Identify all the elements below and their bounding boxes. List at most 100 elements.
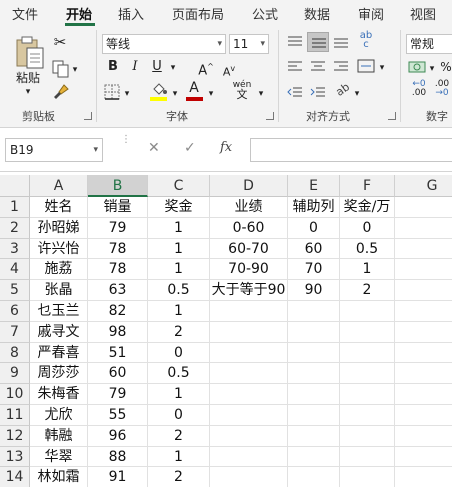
cell-f7[interactable]: [340, 321, 395, 343]
copy-icon[interactable]: [52, 60, 70, 78]
underline-button[interactable]: U: [150, 59, 164, 75]
column-header-b[interactable]: B: [88, 175, 148, 197]
cell-c13[interactable]: 1: [148, 446, 210, 468]
cell-f13[interactable]: [340, 446, 395, 468]
cell-c4[interactable]: 1: [148, 259, 210, 281]
tab-4[interactable]: 公式: [252, 4, 278, 23]
cell-c2[interactable]: 1: [148, 217, 210, 239]
cell-f9[interactable]: [340, 363, 395, 385]
decrease-decimal-button[interactable]: .00 →0: [432, 80, 452, 98]
cell-c10[interactable]: 1: [148, 384, 210, 405]
align-center-icon[interactable]: [310, 60, 326, 74]
cell-d14[interactable]: [210, 467, 288, 487]
font-name-select[interactable]: 等线 ▾: [102, 34, 226, 54]
cell-b9[interactable]: 60: [88, 363, 148, 385]
tab-3[interactable]: 页面布局: [172, 4, 224, 23]
column-header-f[interactable]: F: [340, 175, 395, 197]
accounting-format-icon[interactable]: [408, 59, 426, 75]
cell-e10[interactable]: [288, 384, 340, 405]
borders-icon[interactable]: [104, 84, 120, 100]
cell-f10[interactable]: [340, 384, 395, 405]
column-header-a[interactable]: A: [30, 175, 88, 197]
cell-g14[interactable]: [395, 467, 452, 487]
font-dialog-launcher-icon[interactable]: [266, 112, 274, 120]
row-header[interactable]: 11: [0, 405, 30, 426]
cell-e4[interactable]: 70: [288, 259, 340, 281]
formula-input[interactable]: [250, 138, 452, 162]
cell-g13[interactable]: [395, 447, 452, 468]
cell-e12[interactable]: [288, 425, 340, 447]
cell-b13[interactable]: 88: [88, 446, 148, 468]
cell-a13[interactable]: 华翠: [30, 446, 88, 468]
cell-d6[interactable]: [210, 301, 288, 322]
cell-b4[interactable]: 78: [88, 259, 148, 281]
cell-a9[interactable]: 周莎莎: [30, 363, 88, 385]
column-header-e[interactable]: E: [288, 175, 340, 197]
cell-g3[interactable]: [395, 239, 452, 260]
cell-e9[interactable]: [288, 363, 340, 385]
accounting-dropdown-icon[interactable]: ▾: [427, 61, 437, 77]
increase-decimal-button[interactable]: ←0.00: [406, 80, 432, 98]
cell-c12[interactable]: 2: [148, 425, 210, 447]
percent-style-icon[interactable]: %: [440, 59, 452, 75]
alignment-dialog-launcher-icon[interactable]: [388, 112, 396, 120]
cell-g9[interactable]: [395, 363, 452, 385]
copy-dropdown-icon[interactable]: ▾: [70, 62, 80, 78]
cell-b14[interactable]: 91: [88, 467, 148, 487]
phonetic-guide-button[interactable]: wén 文: [232, 80, 252, 101]
cell-a7[interactable]: 戚寻文: [30, 321, 88, 343]
cell-e13[interactable]: [288, 446, 340, 468]
cell-c11[interactable]: 0: [148, 405, 210, 426]
cell-b1[interactable]: 销量: [88, 197, 148, 218]
orientation-dropdown-icon[interactable]: ▾: [352, 86, 362, 102]
row-header[interactable]: 13: [0, 446, 30, 468]
align-left-icon[interactable]: [287, 60, 303, 74]
cell-c1[interactable]: 奖金: [148, 197, 210, 218]
row-header[interactable]: 2: [0, 217, 30, 239]
select-all-corner[interactable]: [0, 175, 30, 197]
row-header[interactable]: 4: [0, 259, 30, 281]
cell-f1[interactable]: 奖金/万: [340, 197, 395, 218]
cell-g4[interactable]: [395, 259, 452, 281]
cell-e11[interactable]: [288, 405, 340, 426]
cell-e8[interactable]: [288, 342, 340, 364]
cell-c8[interactable]: 0: [148, 342, 210, 364]
cell-a8[interactable]: 严春喜: [30, 342, 88, 364]
cell-g1[interactable]: [395, 197, 452, 218]
cell-d7[interactable]: [210, 321, 288, 343]
cell-b3[interactable]: 78: [88, 238, 148, 260]
cell-d2[interactable]: 0-60: [210, 217, 288, 239]
cell-d13[interactable]: [210, 446, 288, 468]
tab-2[interactable]: 插入: [118, 4, 144, 23]
decrease-indent-icon[interactable]: [287, 86, 303, 100]
phonetic-dropdown-icon[interactable]: ▾: [256, 86, 266, 102]
cell-a2[interactable]: 孙昭娣: [30, 217, 88, 239]
cell-d11[interactable]: [210, 405, 288, 426]
fill-color-icon[interactable]: [150, 82, 168, 96]
cell-f3[interactable]: 0.5: [340, 238, 395, 260]
cell-a11[interactable]: 尤欣: [30, 405, 88, 426]
row-header[interactable]: 5: [0, 280, 30, 301]
cell-a14[interactable]: 林如霜: [30, 467, 88, 487]
paste-icon[interactable]: [14, 36, 46, 70]
row-header[interactable]: 9: [0, 363, 30, 385]
cell-e14[interactable]: [288, 467, 340, 487]
cut-icon[interactable]: ✂: [50, 34, 70, 50]
cell-g10[interactable]: [395, 384, 452, 405]
decrease-font-size-button[interactable]: Av: [220, 61, 238, 81]
cell-a6[interactable]: 乜玉兰: [30, 301, 88, 322]
paste-dropdown-icon[interactable]: ▾: [22, 84, 34, 100]
cell-f4[interactable]: 1: [340, 259, 395, 281]
cell-c3[interactable]: 1: [148, 238, 210, 260]
cell-b11[interactable]: 55: [88, 405, 148, 426]
cell-f8[interactable]: [340, 342, 395, 364]
tab-5[interactable]: 数据: [304, 4, 330, 23]
cell-d5[interactable]: 大于等于90: [210, 280, 288, 301]
row-header[interactable]: 14: [0, 467, 30, 487]
cell-f14[interactable]: [340, 467, 395, 487]
cell-b2[interactable]: 79: [88, 217, 148, 239]
underline-dropdown-icon[interactable]: ▾: [168, 60, 178, 76]
cell-f5[interactable]: 2: [340, 280, 395, 301]
number-format-select[interactable]: 常规: [406, 34, 452, 54]
row-header[interactable]: 1: [0, 197, 30, 218]
